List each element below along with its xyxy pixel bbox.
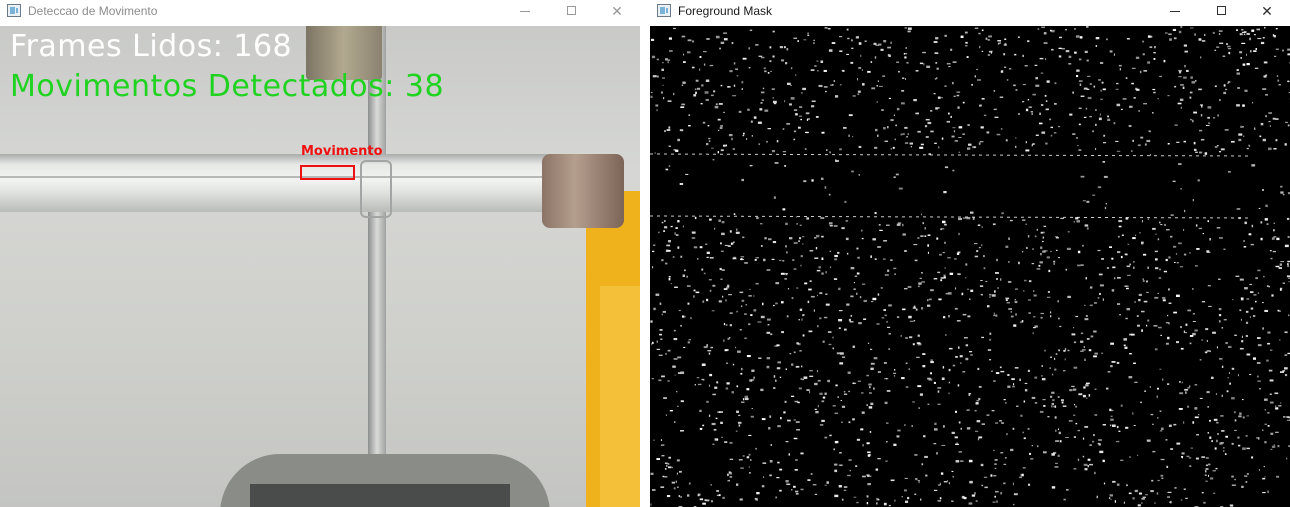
- yellow-clamp-lower: [600, 286, 640, 507]
- mask-window-title: Foreground Mask: [678, 4, 773, 18]
- app-window-icon: [7, 4, 21, 17]
- mask-window-titlebar[interactable]: Foreground Mask ✕: [650, 0, 1290, 24]
- mask-window: Foreground Mask ✕: [650, 0, 1290, 507]
- minimize-button[interactable]: [502, 0, 548, 24]
- detection-window-titlebar[interactable]: Deteccao de Movimento ✕: [0, 0, 640, 24]
- maximize-icon: [566, 6, 576, 16]
- close-icon: ✕: [611, 3, 623, 19]
- stand-base-block: [250, 484, 510, 507]
- rod-ring: [360, 160, 392, 218]
- minimize-button[interactable]: [1152, 0, 1198, 24]
- maximize-button[interactable]: [548, 0, 594, 24]
- close-button[interactable]: ✕: [1244, 0, 1290, 24]
- foreground-mask-noise: [650, 26, 1290, 507]
- tube-reflection: [0, 176, 560, 178]
- detection-label: Movimento: [301, 144, 383, 159]
- maximize-icon: [1216, 6, 1226, 16]
- minimize-icon: [520, 10, 530, 12]
- minimize-icon: [1170, 10, 1180, 12]
- maximize-button[interactable]: [1198, 0, 1244, 24]
- tube-stopper: [542, 154, 624, 228]
- glass-tube: [0, 154, 565, 212]
- detection-box: [300, 165, 355, 180]
- frames-read-counter: Frames Lidos: 168: [10, 29, 293, 64]
- movements-detected-counter: Movimentos Detectados: 38: [10, 69, 445, 104]
- camera-frame: Frames Lidos: 168 Movimentos Detectados:…: [0, 26, 640, 507]
- close-icon: ✕: [1261, 3, 1273, 19]
- close-button[interactable]: ✕: [594, 0, 640, 24]
- detection-window-title: Deteccao de Movimento: [28, 4, 158, 18]
- app-window-icon: [657, 4, 671, 17]
- foreground-mask-frame: [650, 26, 1290, 507]
- detection-window: Deteccao de Movimento ✕ Frames Lidos: 16…: [0, 0, 640, 507]
